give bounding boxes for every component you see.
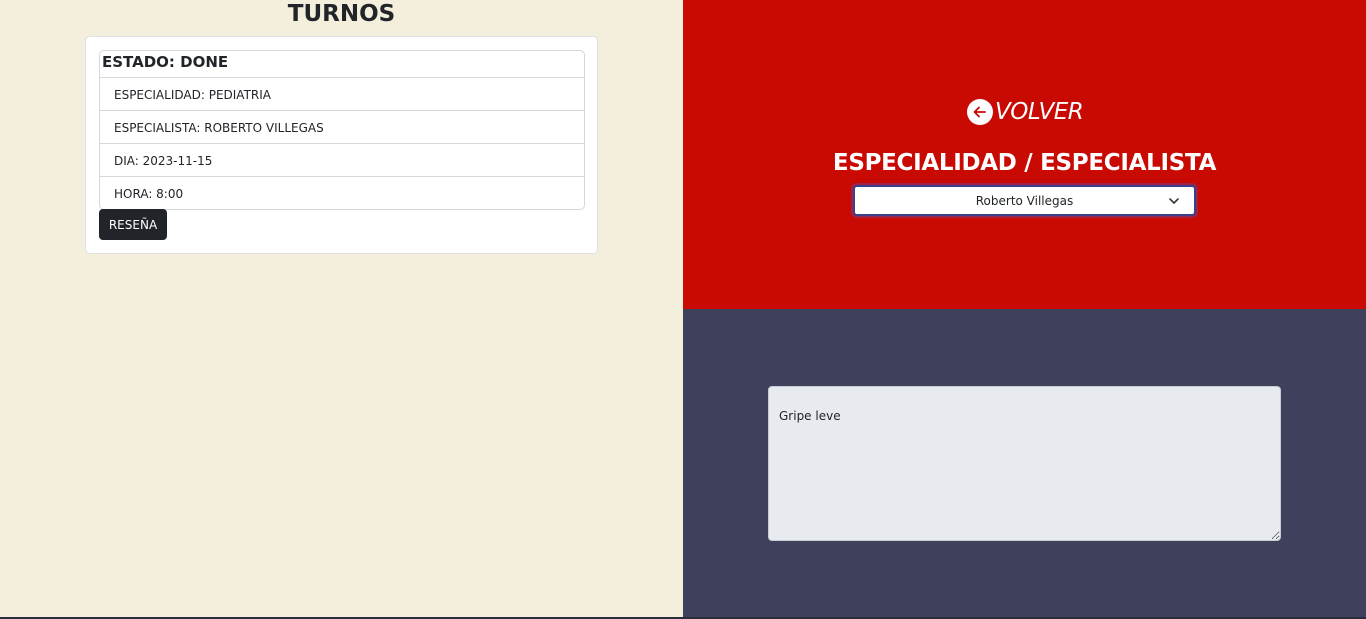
turno-details-list: ESTADO: DONE ESPECIALIDAD: PEDIATRIA ESP… [99,50,585,210]
especialista-select[interactable]: Roberto Villegas [853,185,1196,216]
volver-link[interactable]: VOLVER [967,96,1084,128]
arrow-left-circle-icon [967,99,993,125]
section-title: ESPECIALIDAD / ESPECIALISTA [832,150,1217,176]
page-title: TURNOS [287,1,396,27]
list-item-especialidad: ESPECIALIDAD: PEDIATRIA [100,78,584,111]
volver-label: VOLVER [995,99,1084,125]
list-item-dia: DIA: 2023-11-15 [100,144,584,177]
chevron-down-icon [1169,198,1179,204]
turno-card: ESTADO: DONE ESPECIALIDAD: PEDIATRIA ESP… [85,36,598,254]
review-panel: Gripe leve [683,309,1366,619]
selection-panel: VOLVER ESPECIALIDAD / ESPECIALISTA Rober… [683,0,1366,309]
estado-header: ESTADO: DONE [100,51,584,78]
list-item-especialista: ESPECIALISTA: ROBERTO VILLEGAS [100,111,584,144]
review-textarea[interactable]: Gripe leve [768,386,1281,541]
turnos-panel: TURNOS ESTADO: DONE ESPECIALIDAD: PEDIAT… [0,0,683,619]
list-item-hora: HORA: 8:00 [114,187,184,201]
resena-button[interactable]: RESEÑA [99,209,167,240]
select-value: Roberto Villegas [975,193,1074,208]
